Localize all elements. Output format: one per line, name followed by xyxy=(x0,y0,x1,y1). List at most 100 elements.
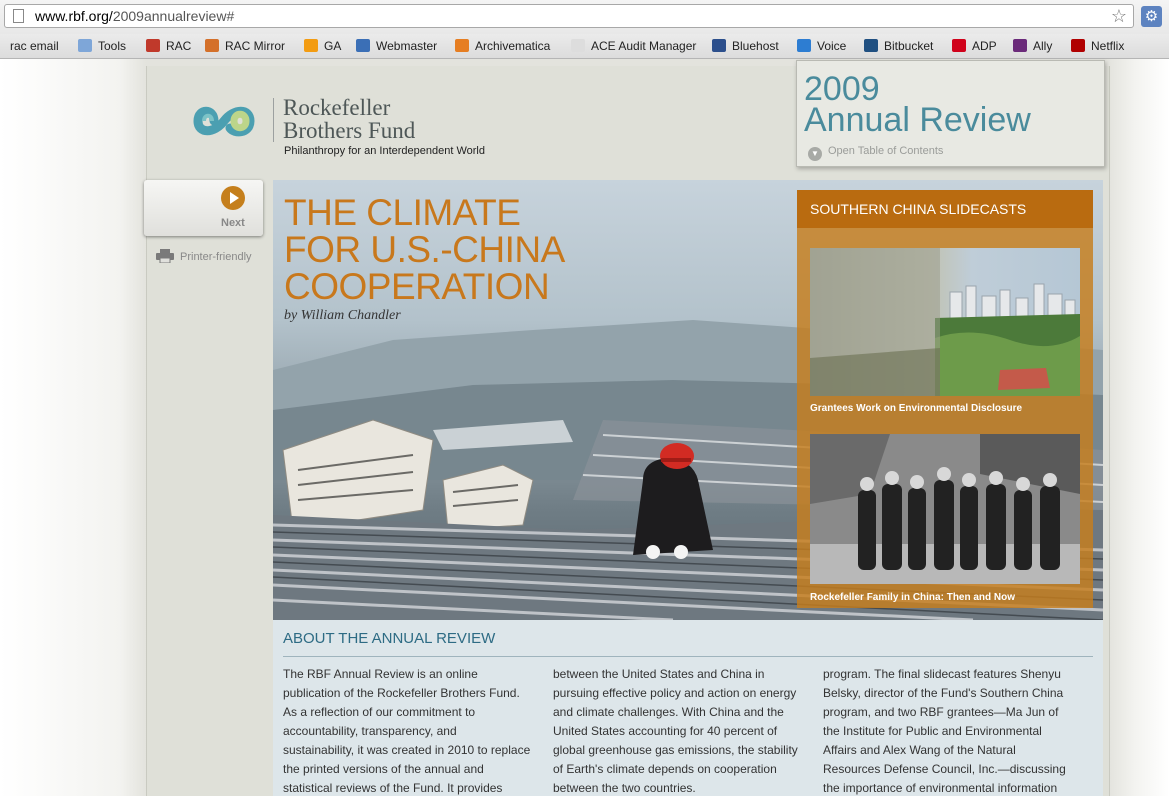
rbf-logo-icon[interactable] xyxy=(190,98,270,144)
chevron-down-icon: ▼ xyxy=(808,147,822,161)
settings-wrench-icon[interactable]: ⚙ xyxy=(1141,6,1162,27)
logo-line-1: Rockefeller xyxy=(283,95,391,120)
article-title-line-3: COOPERATION xyxy=(284,266,550,307)
about-column-1: The RBF Annual Review is an online public… xyxy=(283,665,531,798)
bookmark-label: RAC xyxy=(166,39,192,53)
url-domain: www.rbf.org/ xyxy=(35,8,113,24)
bookmark-label: Bitbucket xyxy=(884,39,934,53)
address-bar-area: www.rbf.org/2009annualreview# ☆ ⚙ xyxy=(0,0,1169,34)
annual-review-label: Annual Review xyxy=(804,101,1031,139)
article-title-line-2: FOR U.S.-CHINA xyxy=(284,229,565,270)
bookmark-label: ADP xyxy=(972,39,997,53)
logo-divider xyxy=(273,98,274,142)
next-button[interactable] xyxy=(144,180,263,236)
bookmark-label: Netflix xyxy=(1091,39,1125,53)
page-icon xyxy=(13,9,24,23)
about-text-line: the Institute for Public and Environment… xyxy=(823,724,1042,738)
bookmark-favicon-icon xyxy=(797,39,811,52)
bookmark-item[interactable]: Voice xyxy=(797,37,846,55)
bookmark-item[interactable]: RAC Mirror xyxy=(205,37,285,55)
about-text-line: program, and two RBF grantees—Ma Jun of xyxy=(823,705,1059,719)
bookmark-label: Voice xyxy=(817,39,847,53)
slidecast-caption-2[interactable]: Rockefeller Family in China: Then and No… xyxy=(810,592,1015,603)
about-title: ABOUT THE ANNUAL REVIEW xyxy=(283,630,496,647)
about-text-line: pursuing effective policy and action on … xyxy=(553,686,797,700)
bookmark-label: RAC Mirror xyxy=(225,39,285,53)
bookmark-item[interactable]: GA xyxy=(304,37,341,55)
annual-review-title: 2009 Annual Review xyxy=(804,72,1031,139)
bookmark-favicon-icon xyxy=(78,39,92,52)
bookmark-star-icon[interactable]: ☆ xyxy=(1111,6,1127,27)
bookmark-label: Bluehost xyxy=(732,39,779,53)
about-text-line: United States accounting for 40 percent … xyxy=(553,724,778,738)
about-text-line: The RBF Annual Review is an online xyxy=(283,667,478,681)
next-label[interactable]: Next xyxy=(221,217,245,229)
bookmark-favicon-icon xyxy=(146,39,160,52)
about-text-line: sustainability, it was created in 2010 t… xyxy=(283,743,531,757)
bookmark-label: Archivematica xyxy=(475,39,551,53)
url-path: 2009annualreview# xyxy=(112,8,235,24)
bookmark-item[interactable]: RAC xyxy=(146,37,191,55)
article-byline: by William Chandler xyxy=(284,308,401,323)
next-arrow-icon[interactable] xyxy=(221,186,245,210)
bookmark-item[interactable]: Ally xyxy=(1013,37,1052,55)
bookmark-favicon-icon xyxy=(304,39,318,52)
bookmark-item[interactable]: ADP xyxy=(952,37,997,55)
about-text-line: Affairs and Alex Wang of the Natural xyxy=(823,743,1016,757)
about-text-line: program. The final slidecast features Sh… xyxy=(823,667,1061,681)
printer-icon[interactable] xyxy=(156,249,174,263)
about-divider xyxy=(283,656,1093,657)
about-text-line: Resources Defense Council, Inc.—discussi… xyxy=(823,762,1066,776)
article-title: THE CLIMATE FOR U.S.-CHINA COOPERATION xyxy=(284,194,565,305)
url-text: www.rbf.org/2009annualreview# xyxy=(35,8,234,24)
about-text-line: the importance of environmental informat… xyxy=(823,781,1058,795)
about-text-line: As a reflection of our commitment to xyxy=(283,705,476,719)
printer-friendly-link[interactable]: Printer-friendly xyxy=(180,251,252,263)
city-skyline-illustration xyxy=(810,248,1080,396)
about-column-3: program. The final slidecast features Sh… xyxy=(823,665,1071,798)
slidecast-thumbnail-1[interactable] xyxy=(810,248,1080,396)
logo-line-2: Brothers Fund xyxy=(283,118,416,143)
bookmark-label: Ally xyxy=(1033,39,1053,53)
bookmark-favicon-icon xyxy=(1071,39,1085,52)
bookmark-label: Webmaster xyxy=(376,39,438,53)
bookmark-favicon-icon xyxy=(571,39,585,52)
about-text-line: between the United States and China in xyxy=(553,667,765,681)
about-text-line: accountability, transparency, and xyxy=(283,724,457,738)
bookmark-favicon-icon xyxy=(864,39,878,52)
slidecast-caption-1[interactable]: Grantees Work on Environmental Disclosur… xyxy=(810,403,1022,414)
logo-wordmark[interactable]: Rockefeller Brothers Fund xyxy=(283,96,415,142)
about-column-2: between the United States and China in pu… xyxy=(553,665,801,798)
bookmark-item[interactable]: Tools xyxy=(78,37,126,55)
site-tagline: Philanthropy for an Interdependent World xyxy=(284,145,485,157)
bookmark-favicon-icon xyxy=(356,39,370,52)
url-input[interactable]: www.rbf.org/2009annualreview# ☆ xyxy=(4,4,1134,28)
about-text-line: the printed versions of the annual and xyxy=(283,762,484,776)
bookmark-favicon-icon xyxy=(1013,39,1027,52)
about-text-line: publication of the Rockefeller Brothers … xyxy=(283,686,520,700)
bookmark-item[interactable]: ACE Audit Manager xyxy=(571,37,696,55)
bookmark-item[interactable]: Bluehost xyxy=(712,37,779,55)
historic-group-photo-illustration xyxy=(810,434,1080,584)
bookmark-label: ACE Audit Manager xyxy=(591,39,697,53)
bookmark-label: rac email xyxy=(10,39,59,53)
bookmark-item[interactable]: Archivematica xyxy=(455,37,550,55)
slidecast-thumbnail-2[interactable] xyxy=(810,434,1080,584)
bookmark-favicon-icon xyxy=(712,39,726,52)
open-toc-label: Open Table of Contents xyxy=(828,145,944,157)
bookmark-item[interactable]: Bitbucket xyxy=(864,37,933,55)
open-toc-link[interactable]: ▼ Open Table of Contents xyxy=(808,145,943,161)
about-text-line: statistical reviews of the Fund. It prov… xyxy=(283,781,503,795)
bookmark-favicon-icon xyxy=(205,39,219,52)
slidecasts-header: SOUTHERN CHINA SLIDECASTS xyxy=(797,190,1093,228)
bookmark-label: GA xyxy=(324,39,342,53)
bookmark-item[interactable]: rac email xyxy=(0,37,59,55)
about-text-line: Belsky, director of the Fund's Southern … xyxy=(823,686,1064,700)
bookmark-favicon-icon xyxy=(952,39,966,52)
bookmark-item[interactable]: Netflix xyxy=(1071,37,1124,55)
annual-review-box: 2009 Annual Review ▼ Open Table of Conten… xyxy=(796,60,1105,167)
bookmark-item[interactable]: Webmaster xyxy=(356,37,437,55)
bookmark-favicon-icon xyxy=(455,39,469,52)
about-text-line: and climate challenges. With China and t… xyxy=(553,705,784,719)
bookmarks-bar: rac email Tools RAC RAC Mirror GA Webmaster Ar… xyxy=(0,34,1169,59)
